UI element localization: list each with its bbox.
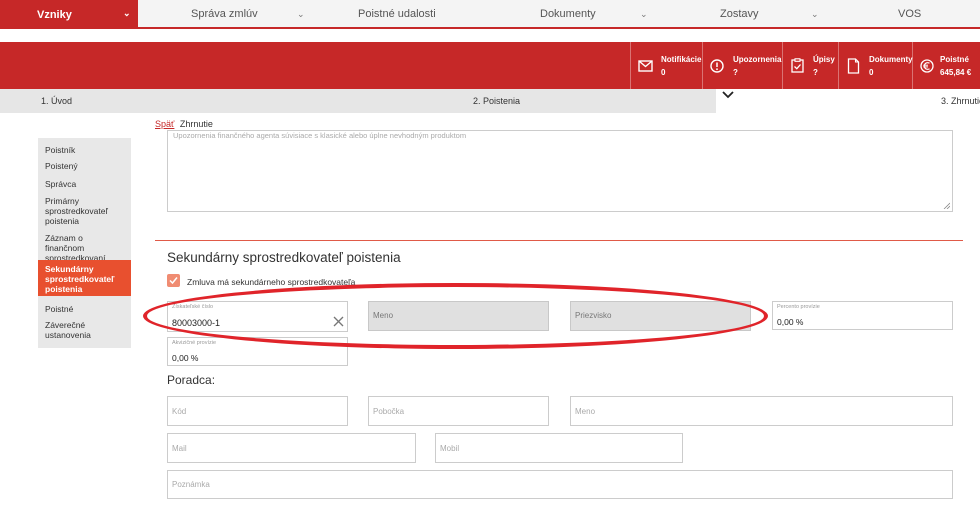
sidebar-item-poisteny[interactable]: Poistený [38, 161, 131, 171]
akvizicne-provizie-field[interactable]: Akvizičné provízie 0,00 % [167, 337, 348, 366]
mobil-placeholder: Mobil [440, 444, 460, 453]
secondary-broker-checkbox[interactable] [167, 274, 180, 287]
textarea-text: Upozornenia finančného agenta súvisiace … [173, 131, 467, 140]
kod-field[interactable]: Kód [167, 396, 348, 426]
upisy-label: Úpisy [813, 55, 835, 64]
euro-icon [920, 59, 934, 73]
mail-icon [638, 60, 653, 72]
akvizicne-provizie-label: Akvizičné provízie [172, 340, 217, 346]
step-poistenia[interactable]: 2. Poistenia [473, 89, 520, 113]
sidebar-item-primarny[interactable]: Primárny sprostredkovateľ poistenia [38, 196, 118, 226]
nav-vzniky-label: Vzniky [37, 9, 72, 21]
header-bar: Notifikácie 0 Upozornenia ? Úpisy ? Doku… [0, 42, 980, 89]
back-link[interactable]: Späť [155, 119, 174, 129]
poistne-button[interactable]: Poistné 645,84 € [912, 42, 980, 89]
nav-dokumenty[interactable]: Dokumenty [540, 0, 596, 29]
chevron-down-icon: ⌄ [811, 9, 819, 19]
ziskatelske-cislo-field[interactable]: Získateľské číslo 80003000-1 [167, 301, 348, 332]
percento-provizie-field[interactable]: Percento provízie 0,00 % [772, 301, 953, 330]
kod-placeholder: Kód [172, 407, 187, 416]
sidebar-item-spravca[interactable]: Správca [38, 179, 131, 189]
section-title: Sekundárny sprostredkovateľ poistenia [167, 250, 401, 265]
breadcrumb: Späť Zhrnutie [155, 119, 213, 129]
nav-poistne-udalosti[interactable]: Poistné udalosti [358, 0, 436, 29]
poistne-amount: 645,84 € [940, 68, 972, 77]
advisor-meno-placeholder: Meno [575, 407, 596, 416]
upisy-count: ? [813, 68, 818, 77]
checkbox-label: Zmluva má sekundárneho sprostredkovateľa [187, 277, 356, 287]
upozornenia-button[interactable]: Upozornenia ? [702, 42, 782, 89]
document-icon [847, 58, 860, 74]
sidebar-item-zaverecne[interactable]: Záverečné ustanovenia [38, 320, 118, 340]
upozornenia-count: ? [733, 68, 738, 77]
ziskatelske-cislo-label: Získateľské číslo [172, 304, 214, 310]
meno-field: Meno [368, 301, 549, 331]
top-navigation: Vzniky ⌄ Správa zmlúv ⌄ Poistné udalosti… [0, 0, 980, 29]
sidebar: Poistník Poistený Správca Primárny spros… [38, 138, 131, 348]
notifikacie-button[interactable]: Notifikácie 0 [630, 42, 702, 89]
notifikacie-label: Notifikácie [661, 55, 702, 64]
pobocka-placeholder: Pobočka [373, 407, 405, 416]
poistne-label: Poistné [940, 55, 969, 64]
poznamka-placeholder: Poznámka [172, 480, 210, 489]
breadcrumb-current: Zhrnutie [179, 119, 213, 129]
nav-vos[interactable]: VOS [898, 0, 921, 29]
poznamka-field[interactable]: Poznámka [167, 470, 953, 499]
priezvisko-field: Priezvisko [570, 301, 751, 331]
section-divider [155, 240, 963, 241]
step-zhrnutie-current[interactable]: 3. Zhrnutie [716, 89, 980, 113]
advisor-meno-field[interactable]: Meno [570, 396, 953, 426]
mail-placeholder: Mail [172, 444, 187, 453]
percento-provizie-label: Percento provízie [777, 304, 820, 310]
mail-field[interactable]: Mail [167, 433, 416, 463]
upozornenia-label: Upozornenia [733, 55, 782, 64]
dokumenty-label: Dokumenty [869, 55, 913, 64]
ziskatelske-cislo-value: 80003000-1 [172, 318, 221, 328]
priezvisko-placeholder: Priezvisko [575, 311, 612, 320]
percento-provizie-value: 0,00 % [777, 317, 804, 327]
sidebar-item-poistne[interactable]: Poistné [38, 304, 131, 314]
resize-grip-icon[interactable] [943, 202, 950, 209]
nav-sprava-zmluv[interactable]: Správa zmlúv [191, 0, 258, 29]
chevron-down-icon: ⌄ [297, 9, 305, 19]
upisy-button[interactable]: Úpisy ? [782, 42, 838, 89]
clipboard-check-icon [791, 58, 804, 73]
nav-vzniky[interactable]: Vzniky ⌄ [0, 0, 138, 29]
upozornenia-textarea[interactable]: Upozornenia finančného agenta súvisiace … [167, 130, 953, 212]
alert-circle-icon [710, 59, 724, 73]
sidebar-item-zaznam[interactable]: Záznam o finančnom sprostredkovaní [38, 233, 124, 263]
akvizicne-provizie-value: 0,00 % [172, 353, 199, 363]
dokumenty-button[interactable]: Dokumenty 0 [838, 42, 913, 89]
checkmark-icon [169, 277, 178, 285]
meno-placeholder: Meno [373, 311, 394, 320]
step-bar: 1. Úvod 2. Poistenia 3. Zhrnutie [0, 89, 980, 113]
sidebar-item-sekundarny[interactable]: Sekundárny sprostredkovateľ poistenia [38, 260, 131, 296]
notifikacie-count: 0 [661, 68, 666, 77]
mobil-field[interactable]: Mobil [435, 433, 683, 463]
step-zhrnutie-label: 3. Zhrnutie [941, 96, 980, 106]
step-uvod[interactable]: 1. Úvod [41, 89, 72, 113]
chevron-down-icon: ⌄ [640, 9, 648, 19]
pobocka-field[interactable]: Pobočka [368, 396, 549, 426]
advisor-label: Poradca: [167, 373, 216, 387]
sidebar-item-poistnik[interactable]: Poistník [38, 145, 131, 155]
dokumenty-count: 0 [869, 68, 874, 77]
nav-zostavy[interactable]: Zostavy [720, 0, 759, 29]
clear-icon[interactable] [333, 316, 344, 327]
chevron-down-icon [722, 91, 734, 99]
chevron-down-icon: ⌄ [123, 8, 131, 18]
